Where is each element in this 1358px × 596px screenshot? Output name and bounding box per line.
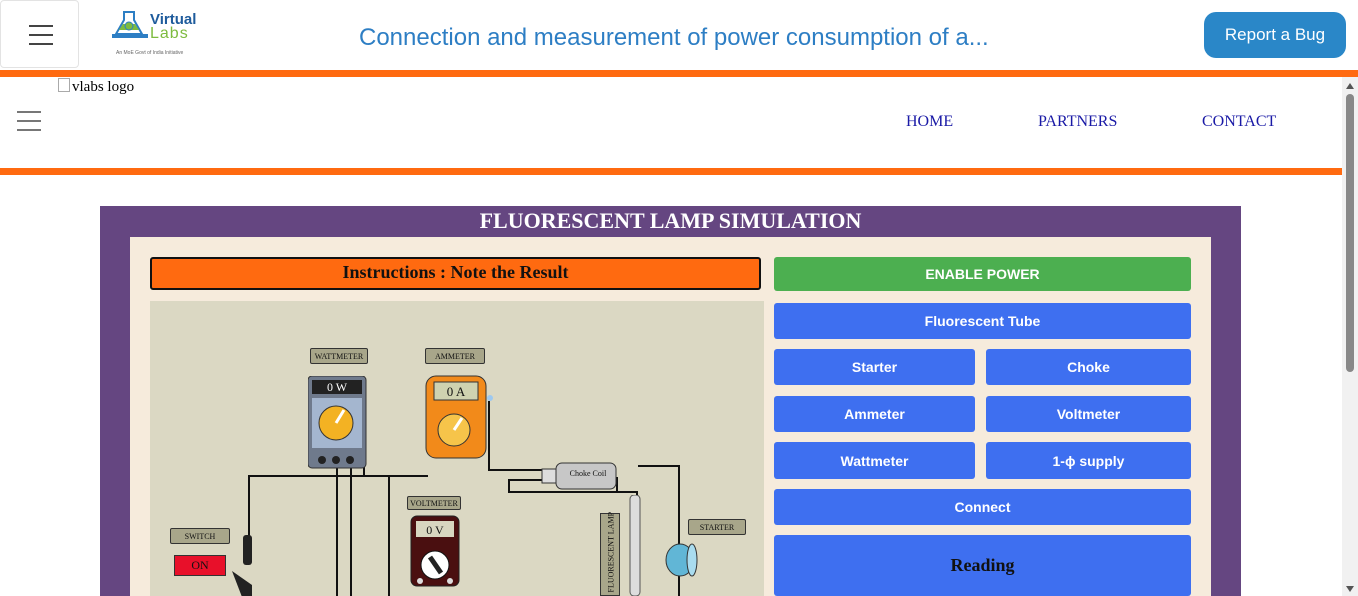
page-scrollbar[interactable] [1342,77,1358,596]
starter-label: STARTER [688,519,746,535]
wire [388,475,390,596]
wire [508,491,636,493]
flask-icon [112,11,148,38]
starter-button[interactable]: Starter [774,349,975,385]
virtual-labs-logo[interactable]: Virtual Labs An MoE Govt of India Initia… [110,10,202,60]
wire [638,465,680,467]
nav-home[interactable]: HOME [906,113,953,131]
ammeter-reading: 0 A [446,384,466,399]
voltmeter-label: VOLTMETER [407,496,461,510]
choke-coil-label: Choke Coil [569,469,607,478]
header-divider [0,70,1358,77]
circuit-canvas[interactable]: WATTMETER 0 W AMMETER 0 A Choke Coil VOL… [150,301,764,596]
instruction-banner: Instructions : Note the Result [150,257,761,290]
site-menu-bar [17,120,41,122]
menu-button[interactable] [0,0,79,68]
nav-partners[interactable]: PARTNERS [1038,113,1117,131]
simulation-body: Instructions : Note the Result WATTMETER [130,237,1211,596]
wire [336,467,338,596]
brand-tagline: An MoE Govt of India Initiative [116,50,184,56]
wire [350,467,352,596]
nav-divider [0,168,1342,175]
voltmeter-button[interactable]: Voltmeter [986,396,1191,432]
enable-power-button[interactable]: ENABLE POWER [774,257,1191,291]
wattmeter-label: WATTMETER [310,348,368,364]
scrollbar-thumb[interactable] [1346,94,1354,372]
reading-panel: Reading [774,535,1191,596]
nav-contact[interactable]: CONTACT [1202,113,1276,131]
scroll-down-arrow-icon[interactable] [1346,586,1354,592]
report-bug-button[interactable]: Report a Bug [1204,12,1346,58]
fluorescent-tube-button[interactable]: Fluorescent Tube [774,303,1191,339]
hamburger-menu-icon-bar [29,34,53,36]
switch-on-button[interactable]: ON [174,555,226,576]
broken-image-icon [58,78,70,92]
scroll-up-arrow-icon[interactable] [1346,83,1354,89]
wire [508,479,510,491]
fluorescent-tube-device[interactable] [628,495,642,596]
vlabs-logo-image[interactable]: vlabs logo [58,78,134,96]
starter-device[interactable] [664,541,700,579]
vlabs-logo-alt-text: vlabs logo [72,79,135,95]
ammeter-label: AMMETER [425,348,485,364]
wire [508,479,542,481]
switch-label: SWITCH [170,528,230,544]
hamburger-menu-icon [29,25,53,27]
choke-button[interactable]: Choke [986,349,1191,385]
simulation-panel: FLUORESCENT LAMP SIMULATION Instructions… [100,206,1241,596]
switch-lever-icon[interactable] [228,535,258,596]
site-menu-icon[interactable] [17,111,41,131]
brand-name-line2: Labs [150,25,189,42]
voltmeter-reading: 0 V [426,523,444,537]
hamburger-menu-icon-bar [29,43,53,45]
connect-button[interactable]: Connect [774,489,1191,525]
top-header: Virtual Labs An MoE Govt of India Initia… [0,0,1358,70]
site-menu-bar [17,129,41,131]
simulation-title: FLUORESCENT LAMP SIMULATION [479,208,862,233]
fluorescent-lamp-label-box: FLUORESCENT LAMP [600,511,620,596]
wire [488,469,542,471]
wattmeter-reading: 0 W [326,380,348,394]
wire [248,475,428,477]
fluorescent-lamp-label: FLUORESCENT LAMP [606,511,616,593]
site-menu-bar [17,111,41,113]
page-title: Connection and measurement of power cons… [359,24,989,51]
ammeter-button[interactable]: Ammeter [774,396,975,432]
supply-button[interactable]: 1-ϕ supply [986,442,1191,479]
wattmeter-button[interactable]: Wattmeter [774,442,975,479]
